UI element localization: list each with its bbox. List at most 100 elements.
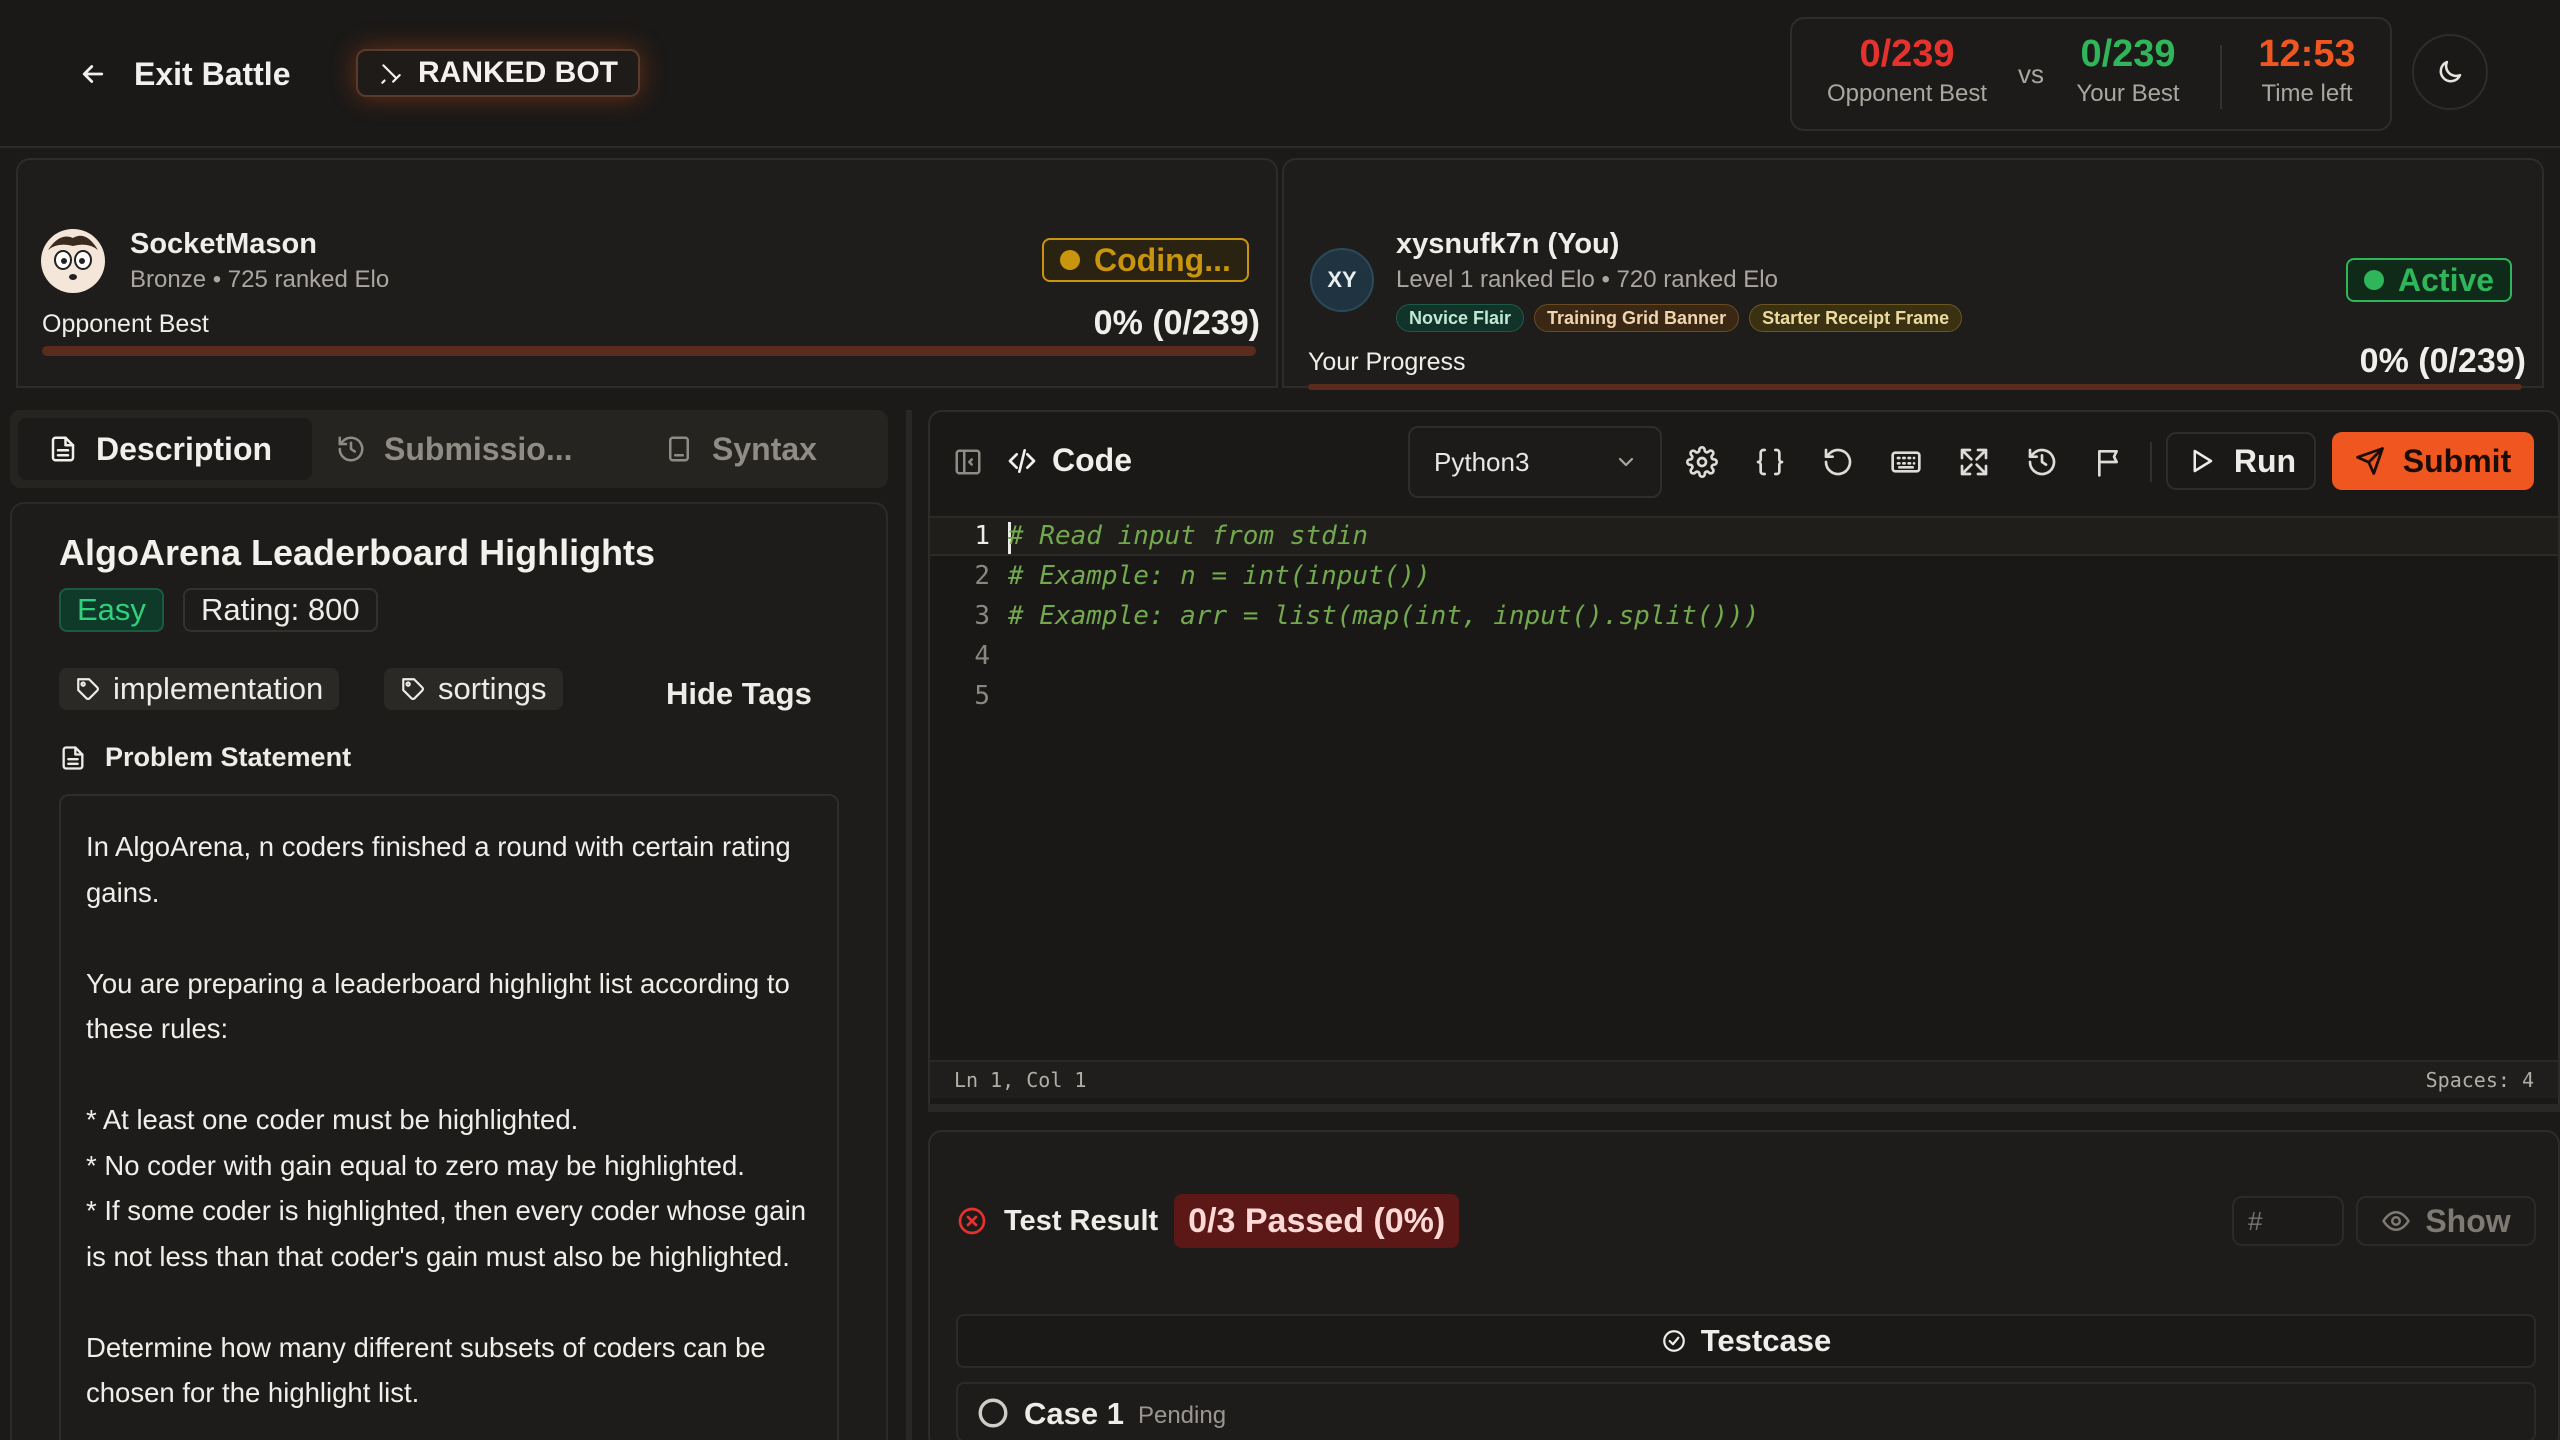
tag-icon — [402, 678, 424, 700]
player-status-label: Active — [2398, 261, 2495, 298]
tag-label: implementation — [113, 671, 324, 706]
flag-icon — [2098, 450, 2118, 477]
vertical-resize-handle[interactable] — [906, 410, 912, 1440]
code-line: 5 — [930, 676, 2558, 716]
keyboard-shortcuts-button[interactable] — [1886, 442, 1926, 482]
run-label: Run — [2233, 442, 2297, 479]
tab-syntax[interactable]: Syntax — [654, 418, 874, 480]
player-progress-bar — [1308, 384, 2522, 390]
submit-label: Submit — [2402, 442, 2512, 479]
time-left-value: 12:53 — [2258, 33, 2356, 75]
tab-description[interactable]: Description — [18, 418, 312, 480]
opponent-status-badge: Coding... — [1042, 238, 1249, 282]
problem-statement-heading: Problem Statement — [59, 742, 351, 773]
editor-title: Code — [1006, 442, 1132, 479]
show-label: Show — [2425, 1202, 2511, 1239]
exit-battle-button[interactable]: Exit Battle — [78, 50, 290, 98]
rating-badge: Rating: 800 — [183, 588, 378, 632]
settings-button[interactable] — [1682, 442, 1722, 482]
book-icon — [669, 436, 689, 462]
sword-icon — [381, 64, 401, 84]
exit-battle-label: Exit Battle — [134, 55, 291, 92]
tag-sortings[interactable]: sortings — [384, 668, 563, 710]
player-name: xysnufk7n (You) — [1396, 228, 1620, 260]
player-status-badge: Active — [2346, 258, 2513, 302]
history-icon — [2028, 448, 2056, 476]
expand-icon — [1960, 448, 1988, 476]
opponent-name: SocketMason — [130, 228, 317, 260]
player-card: XY xysnufk7n (You) Level 1 ranked Elo • … — [1282, 158, 2544, 390]
history-button[interactable] — [2022, 442, 2062, 482]
run-button[interactable]: Run — [2166, 432, 2316, 490]
code-line: 3 # Example: arr = list(map(int, input()… — [930, 596, 2558, 636]
difficulty-badge: Easy — [59, 588, 164, 632]
mode-badge: RANKED BOT — [356, 49, 640, 97]
code-icon — [1008, 448, 1036, 473]
submit-button[interactable]: Submit — [2332, 432, 2534, 490]
line-number: 5 — [974, 681, 990, 711]
code-line: 1 # Read input from stdin — [930, 516, 2558, 556]
problem-title: AlgoArena Leaderboard Highlights — [59, 532, 656, 573]
tag-label: sortings — [438, 671, 547, 706]
opponent-best-value: 0/239 — [1859, 33, 1955, 75]
theme-toggle-button[interactable] — [2412, 34, 2488, 110]
tab-submissions[interactable]: Submissio... — [326, 418, 616, 480]
gear-icon — [1686, 446, 1718, 478]
test-case-status: Pending — [1137, 1402, 1227, 1429]
opponent-progress-bar — [42, 346, 1256, 356]
code-text-area[interactable]: 1 # Read input from stdin 2 # Example: n… — [930, 516, 2558, 1056]
braces-icon — [1756, 448, 1784, 476]
opponent-progress-label: Opponent Best — [42, 310, 209, 338]
x-circle-icon — [958, 1207, 986, 1235]
problem-statement-text: In AlgoArena, n coders finished a round … — [59, 794, 839, 1440]
show-button[interactable]: Show — [2356, 1196, 2536, 1246]
indent-setting: Spaces: 4 — [2425, 1068, 2534, 1092]
test-result-header: Test Result 0/3 Passed (0%) — [956, 1194, 1460, 1248]
flair-starter-receipt: Starter Receipt Frame — [1749, 304, 1963, 332]
document-icon — [62, 745, 84, 770]
divider — [2220, 45, 2222, 109]
fullscreen-button[interactable] — [1954, 442, 1994, 482]
testcase-label: Testcase — [1700, 1323, 1832, 1358]
language-select[interactable]: Python3 — [1408, 426, 1662, 498]
opponent-best-score: 0/239 Opponent Best — [1812, 33, 2002, 108]
panel-left-icon — [955, 449, 981, 475]
test-case-row[interactable]: Case 1 Pending — [956, 1382, 2536, 1440]
toggle-sidebar-button[interactable] — [948, 442, 988, 482]
testcase-tab[interactable]: Testcase — [956, 1314, 2536, 1368]
score-panel: 0/239 Opponent Best vs 0/239 Your Best 1… — [1790, 17, 2392, 131]
time-left: 12:53 Time left — [2242, 33, 2372, 108]
toolbar-divider — [2150, 442, 2152, 482]
loading-circle-icon — [978, 1398, 1008, 1428]
opponent-progress-value: 0% (0/239) — [1093, 304, 1260, 342]
horizontal-resize-handle[interactable] — [928, 1104, 2560, 1112]
reset-code-button[interactable] — [1818, 442, 1858, 482]
mode-badge-label: RANKED BOT — [418, 56, 618, 89]
chevron-down-icon — [1618, 457, 1634, 467]
tag-implementation[interactable]: implementation — [59, 668, 340, 710]
line-number: 3 — [974, 601, 990, 631]
left-panel-tabs: Description Submissio... Syntax — [10, 410, 888, 488]
player-progress-value: 0% (0/239) — [2359, 342, 2526, 380]
testcase-filter-input[interactable] — [2232, 1196, 2344, 1246]
hide-tags-button[interactable]: Hide Tags — [666, 676, 812, 712]
test-result-label: Test Result — [1004, 1204, 1159, 1237]
problem-statement-heading-label: Problem Statement — [105, 742, 352, 772]
report-button[interactable] — [2090, 442, 2130, 482]
your-best-value: 0/239 — [2080, 33, 2176, 75]
vs-label: vs — [2018, 59, 2044, 89]
editor-status-bar: Ln 1, Col 1 Spaces: 4 — [930, 1060, 2558, 1098]
eye-icon — [2382, 1211, 2411, 1231]
player-subtitle: Level 1 ranked Elo • 720 ranked Elo — [1396, 266, 1778, 293]
code-content: # Example: n = int(input()) — [1008, 561, 1431, 591]
send-icon — [2355, 447, 2384, 475]
format-code-button[interactable] — [1750, 442, 1790, 482]
tab-syntax-label: Syntax — [712, 430, 817, 467]
opponent-avatar — [41, 229, 105, 293]
code-content: # Read input from stdin — [1008, 521, 1369, 551]
tab-submissions-label: Submissio... — [384, 430, 573, 467]
test-case-name: Case 1 — [1024, 1396, 1124, 1431]
editor-title-label: Code — [1052, 442, 1132, 478]
line-number: 4 — [974, 641, 990, 671]
flair-training-grid: Training Grid Banner — [1534, 304, 1740, 332]
